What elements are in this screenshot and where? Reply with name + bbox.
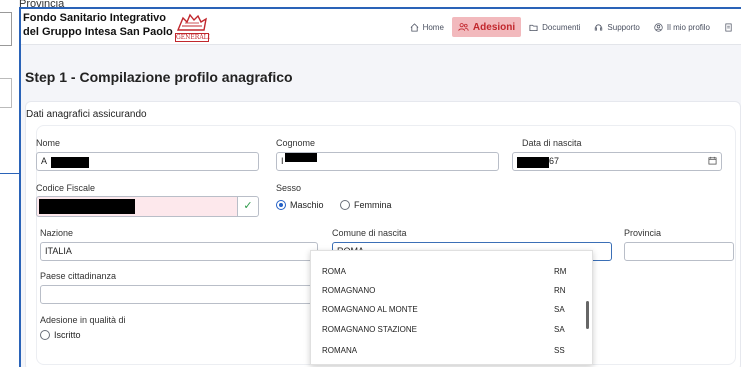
dropdown-option[interactable]: ROMAGNANO AL MONTE SA xyxy=(311,299,581,319)
nav-home-label: Home xyxy=(422,22,444,32)
dropdown-option[interactable]: ROMAGNANO RN xyxy=(311,280,581,300)
option-provincia: SA xyxy=(554,325,565,334)
generali-logo[interactable]: GENERALI xyxy=(175,12,211,42)
header-bar: Fondo Sanitario Integrativo del Gruppo I… xyxy=(21,9,741,45)
nome-field[interactable]: A xyxy=(36,152,259,171)
redaction xyxy=(285,153,317,162)
provincia-label: Provincia xyxy=(624,228,662,238)
section-title: Dati anagrafici assicurando xyxy=(26,109,147,120)
option-name: ROMAGNANO AL MONTE xyxy=(322,305,418,314)
nav-home[interactable]: Home xyxy=(404,17,450,37)
adesione-label: Adesione in qualità di xyxy=(40,315,126,325)
folder-icon xyxy=(529,24,538,31)
brand-line-2: del Gruppo Intesa San Paolo xyxy=(23,26,173,38)
paese-cittadinanza-field[interactable] xyxy=(40,285,318,304)
radio-iscritto-label: Iscritto xyxy=(54,330,81,340)
check-icon: ✓ xyxy=(243,200,253,212)
option-provincia: SS xyxy=(554,346,565,355)
dropdown-option[interactable]: ROMAGNANO STAZIONE SA xyxy=(311,319,581,339)
dropdown-option[interactable]: ROMA RM xyxy=(311,261,581,281)
option-name: ROMAGNANO xyxy=(322,286,376,295)
frame-edge xyxy=(19,7,21,367)
nav-adesioni-label: Adesioni xyxy=(472,21,516,33)
paese-cittadinanza-label: Paese cittadinanza xyxy=(40,271,117,281)
provincia-field[interactable] xyxy=(624,242,734,261)
nav-documenti[interactable]: Documenti xyxy=(523,17,586,37)
option-provincia: SA xyxy=(554,305,565,314)
nav-documenti-label: Documenti xyxy=(542,22,581,32)
user-icon xyxy=(654,22,663,32)
redaction xyxy=(39,199,135,214)
radio-maschio[interactable]: Maschio xyxy=(276,200,324,210)
people-icon xyxy=(458,23,469,31)
comune-dropdown: ROMA RM ROMAGNANO RN ROMAGNANO AL MONTE … xyxy=(310,250,593,365)
option-name: ROMAGNANO STAZIONE xyxy=(322,325,417,334)
nazione-label: Nazione xyxy=(40,228,74,238)
dropdown-option[interactable]: ROMANA SS xyxy=(311,340,581,360)
main-nav: Home Adesioni Documenti Supporto Il mio … xyxy=(402,17,741,37)
brand-line-1: Fondo Sanitario Integrativo xyxy=(23,12,167,24)
dropdown-scrollbar[interactable] xyxy=(586,301,589,329)
redaction xyxy=(517,157,549,168)
nome-value: A xyxy=(41,156,48,166)
support-icon xyxy=(595,23,603,30)
option-name: ROMA xyxy=(322,267,346,276)
nome-label: Nome xyxy=(36,138,61,148)
cognome-label: Cognome xyxy=(276,138,316,148)
brand-title[interactable]: Fondo Sanitario Integrativo del Gruppo I… xyxy=(23,11,173,39)
codice-fiscale-field[interactable] xyxy=(36,196,238,217)
ghost-field xyxy=(0,78,12,108)
nav-supporto[interactable]: Supporto xyxy=(588,17,645,37)
calendar-icon[interactable] xyxy=(708,156,717,165)
document-icon xyxy=(725,23,732,31)
cognome-field[interactable]: I xyxy=(276,152,499,171)
lion-icon xyxy=(176,13,207,31)
option-provincia: RN xyxy=(554,286,566,295)
comune-label: Comune di nascita xyxy=(332,228,407,238)
data-nascita-field[interactable]: 67 xyxy=(512,152,722,171)
nav-adesioni[interactable]: Adesioni xyxy=(451,17,522,37)
nazione-field[interactable]: ITALIA xyxy=(40,242,318,261)
home-icon xyxy=(410,22,418,32)
radio-maschio-label: Maschio xyxy=(290,200,324,210)
ghost-divider xyxy=(0,173,19,174)
radio-unselected-icon xyxy=(40,330,50,340)
nav-profilo-label: Il mio profilo xyxy=(666,22,710,32)
logo-text: GENERALI xyxy=(175,33,211,42)
page-title: Step 1 - Compilazione profilo anagrafico xyxy=(25,69,293,85)
cognome-value: I xyxy=(281,156,284,166)
nav-extra[interactable] xyxy=(718,17,741,37)
nazione-value: ITALIA xyxy=(45,246,72,256)
option-provincia: RM xyxy=(554,267,567,276)
data-nascita-label: Data di nascita xyxy=(522,138,582,148)
nav-profilo[interactable]: Il mio profilo xyxy=(648,17,716,37)
sesso-label: Sesso xyxy=(276,183,302,193)
data-nascita-value: 67 xyxy=(549,156,560,166)
nav-supporto-label: Supporto xyxy=(607,22,640,32)
redaction xyxy=(51,157,89,168)
radio-femmina[interactable]: Femmina xyxy=(340,200,392,210)
codice-fiscale-valid-button[interactable]: ✓ xyxy=(237,196,259,217)
radio-iscritto[interactable]: Iscritto xyxy=(40,330,81,340)
radio-unselected-icon xyxy=(340,200,350,210)
option-name: ROMANA xyxy=(322,346,358,355)
radio-femmina-label: Femmina xyxy=(354,200,392,210)
ghost-field xyxy=(0,12,12,46)
codice-fiscale-label: Codice Fiscale xyxy=(36,183,96,193)
radio-selected-icon xyxy=(276,200,286,210)
